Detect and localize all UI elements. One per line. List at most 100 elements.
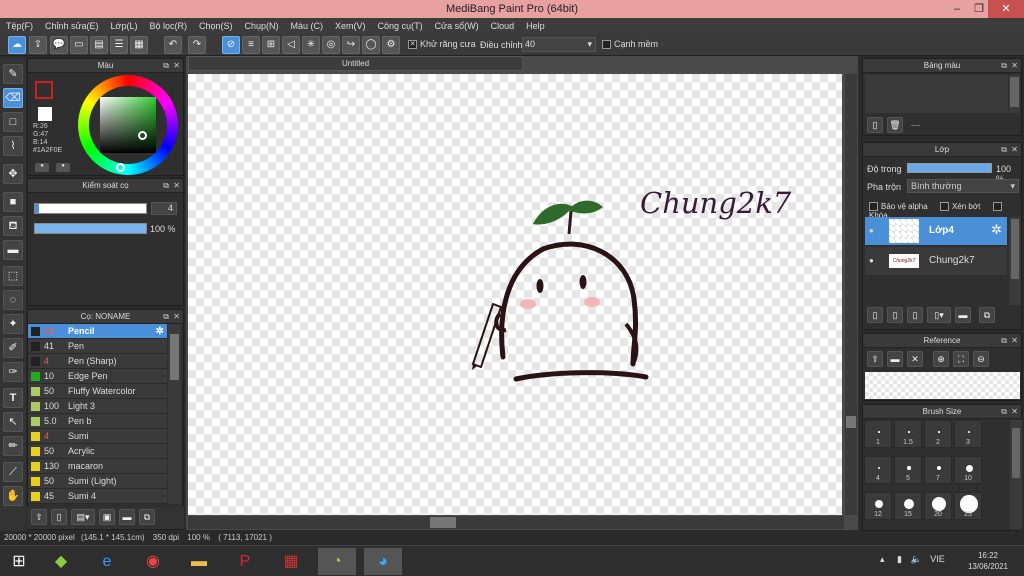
eyedropper-icon[interactable]: ⟋ xyxy=(3,462,23,482)
popout-icon[interactable]: ⧉ xyxy=(1001,143,1007,157)
layer-scrollbar[interactable] xyxy=(1009,217,1021,305)
close-icon[interactable]: ✕ xyxy=(173,310,180,324)
brush-size-scrollbar[interactable] xyxy=(1010,420,1022,530)
select-pen-icon[interactable]: ✐ xyxy=(3,338,23,358)
eraser-tool-icon[interactable]: ⌫ xyxy=(3,88,23,108)
perspective-snap-icon[interactable]: ◁ xyxy=(282,36,300,54)
brush-list-item[interactable]: 100 Light 3 xyxy=(28,399,167,414)
network-icon[interactable]: ▮ xyxy=(897,554,902,564)
menu-select[interactable]: Chọn(S) xyxy=(199,21,233,31)
scrollbar-thumb[interactable] xyxy=(846,416,856,428)
medibang-icon[interactable]: ◕ xyxy=(364,548,402,575)
menu-snap[interactable]: Chụp(N) xyxy=(245,21,279,31)
rectangle-tool-icon[interactable]: ■ xyxy=(3,192,23,212)
brush-size-slider[interactable] xyxy=(34,203,147,214)
brush-list-item[interactable]: 50 Acrylic xyxy=(28,444,167,459)
brush-list-scrollbar[interactable] xyxy=(168,324,181,504)
brush-list-item[interactable]: 50 Sumi (Light) xyxy=(28,474,167,489)
message-icon[interactable]: ▭ xyxy=(70,36,88,54)
brush-size-cell[interactable]: 15 xyxy=(894,492,922,520)
layer-row-selected[interactable]: ● Lớp4 ✲ xyxy=(865,217,1007,245)
folder-icon[interactable]: ▬ xyxy=(955,307,971,323)
new-layer-color-icon[interactable]: ▯ xyxy=(887,307,903,323)
brush-list-item[interactable]: 41 Pen xyxy=(28,339,167,354)
brush-size-cell[interactable]: 25 xyxy=(954,492,982,520)
undo-icon[interactable]: ↶ xyxy=(164,36,182,54)
divide-tool-icon[interactable]: ✏ xyxy=(3,436,23,456)
brush-list-item[interactable]: 5.0 Pen b xyxy=(28,414,167,429)
add-layer-menu-icon[interactable]: ▯▾ xyxy=(927,307,951,323)
lock-checkbox[interactable] xyxy=(992,202,1002,212)
select-rect-icon[interactable]: ⬚ xyxy=(3,266,23,286)
brush-tool-icon[interactable]: ✎ xyxy=(3,64,23,84)
cross-snap-icon[interactable]: ⊞ xyxy=(262,36,280,54)
add-brush-icon[interactable]: ▤▾ xyxy=(71,509,95,525)
zoom-in-icon[interactable]: ⊕ xyxy=(933,351,949,367)
chevron-up-icon[interactable]: ▴ xyxy=(880,554,885,564)
gradient-tool-icon[interactable]: ▬ xyxy=(3,240,23,260)
brush-size-cell[interactable]: 12 xyxy=(864,492,892,520)
lasso-icon[interactable]: ◌ xyxy=(3,290,23,310)
brush-list-item[interactable]: 4 Pen (Sharp) xyxy=(28,354,167,369)
smudge-tool-icon[interactable]: ⌇ xyxy=(3,136,23,156)
canvas-horizontal-scrollbar[interactable] xyxy=(188,516,844,529)
palette-scrollbar[interactable] xyxy=(1009,75,1020,113)
close-icon[interactable]: ✕ xyxy=(1011,143,1018,157)
windows-start-icon[interactable]: ⊞ xyxy=(0,548,38,575)
internet-explorer-icon[interactable]: e xyxy=(88,548,126,575)
close-icon[interactable]: ✕ xyxy=(1011,405,1018,419)
comment-icon[interactable]: 💬 xyxy=(50,36,68,54)
menu-view[interactable]: Xem(V) xyxy=(335,21,366,31)
close-icon[interactable]: ✕ xyxy=(1011,59,1018,73)
new-halftone-layer-icon[interactable]: ▯ xyxy=(907,307,923,323)
brush-size-cell[interactable]: 1.5 xyxy=(894,420,922,448)
palette-swatches[interactable] xyxy=(865,75,1008,113)
layer-row[interactable]: ● Chung2k7 Chung2k7 xyxy=(865,247,1007,275)
brush-size-cell[interactable]: 7 xyxy=(924,456,952,484)
brush-list-item[interactable]: 4 Sumi xyxy=(28,429,167,444)
new-brush-icon[interactable]: ▯ xyxy=(51,509,67,525)
no-snap-icon[interactable]: ⊘ xyxy=(222,36,240,54)
magic-wand-icon[interactable]: ✦ xyxy=(3,314,23,334)
brush-settings-icon[interactable]: ▣ xyxy=(99,509,115,525)
brush-size-value[interactable]: 4 xyxy=(151,202,177,215)
select-eraser-icon[interactable]: ✑ xyxy=(3,362,23,382)
hue-handle[interactable] xyxy=(116,163,125,172)
radial-snap-icon[interactable]: ✳ xyxy=(302,36,320,54)
move-tool-icon[interactable]: ✥ xyxy=(3,164,23,184)
app-grid-icon[interactable]: ▦ xyxy=(272,548,310,575)
hand-tool-icon[interactable]: ✋ xyxy=(3,486,23,506)
green-app-icon[interactable]: ◔ xyxy=(318,548,356,575)
scrollbar-thumb[interactable] xyxy=(170,334,179,380)
brush-size-cell[interactable]: 20 xyxy=(924,492,952,520)
zoom-out-icon[interactable]: ⊖ xyxy=(973,351,989,367)
volume-icon[interactable]: 🔈 xyxy=(911,554,922,564)
text-tool-icon[interactable]: T xyxy=(3,388,23,408)
close-icon[interactable]: ✕ xyxy=(173,179,180,193)
menu-cloud[interactable]: Cloud xyxy=(491,21,515,31)
popout-icon[interactable]: ⧉ xyxy=(163,310,169,324)
grid-icon[interactable]: ▦ xyxy=(130,36,148,54)
close-button[interactable]: ✕ xyxy=(988,0,1024,18)
folder-icon[interactable]: ▬ xyxy=(119,509,135,525)
blend-mode-dropdown[interactable]: Bình thường ▾ xyxy=(907,179,1019,193)
brush-size-cell[interactable]: 3 xyxy=(954,420,982,448)
popout-icon[interactable]: ⧉ xyxy=(1001,334,1007,348)
eye-icon[interactable]: ● xyxy=(869,256,874,265)
curve-snap-icon[interactable]: ↪ xyxy=(342,36,360,54)
share-icon[interactable]: ⇪ xyxy=(29,36,47,54)
menu-file[interactable]: Tệp(F) xyxy=(6,21,33,31)
chrome-icon[interactable]: ◉ xyxy=(134,548,172,575)
parallel-snap-icon[interactable]: ≡ xyxy=(242,36,260,54)
brush-size-cell[interactable]: 2 xyxy=(924,420,952,448)
operation-tool-icon[interactable]: ↖ xyxy=(3,412,23,432)
brush-list-item[interactable]: 45 Sumi 4 xyxy=(28,489,167,504)
brush-size-cell[interactable]: 1 xyxy=(864,420,892,448)
ellipse-snap-icon[interactable]: ◯ xyxy=(362,36,380,54)
menu-layer[interactable]: Lớp(L) xyxy=(111,21,138,31)
brush-list-item[interactable]: 50 Fluffy Watercolor xyxy=(28,384,167,399)
bucket-tool-icon[interactable]: ⛾ xyxy=(3,216,23,236)
menu-help[interactable]: Help xyxy=(526,21,545,31)
brush-list-item[interactable]: 12 Pencil ✲ xyxy=(28,324,167,339)
close-icon[interactable]: ✕ xyxy=(173,59,180,73)
